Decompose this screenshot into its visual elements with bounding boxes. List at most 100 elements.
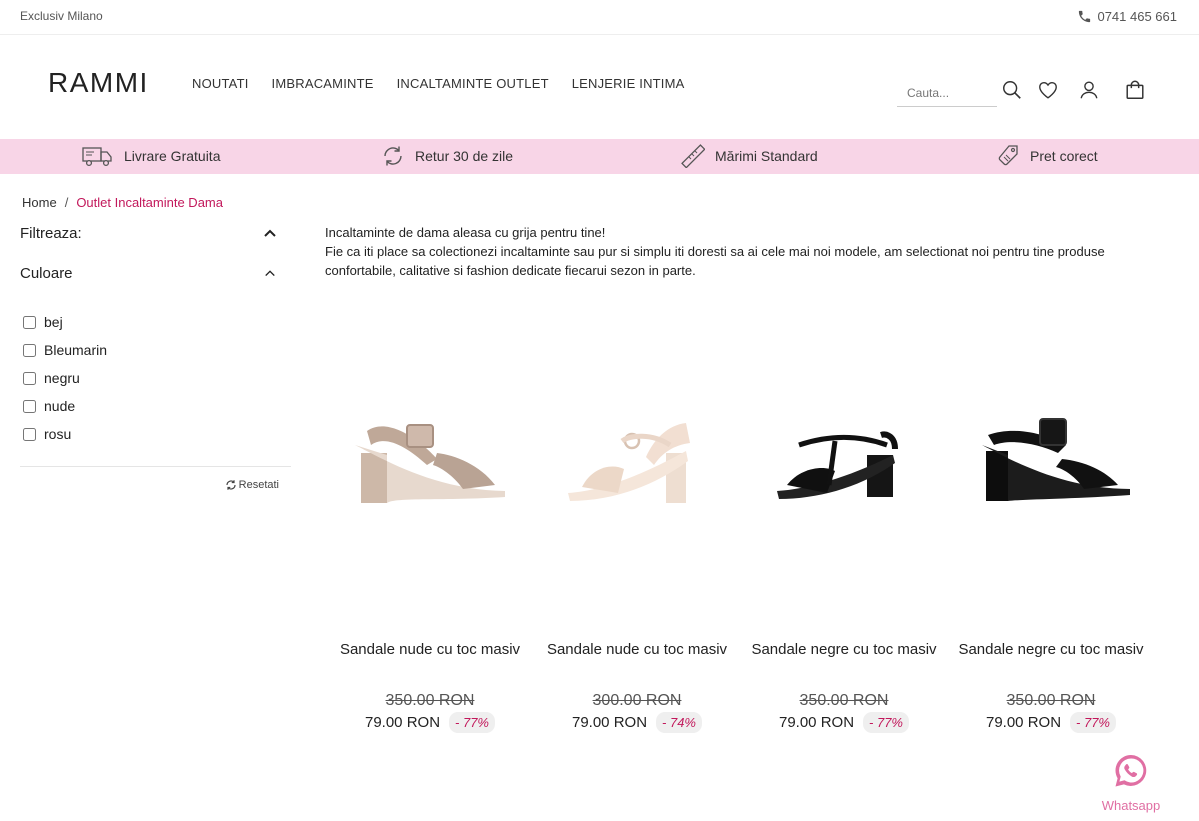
color-checkbox[interactable] (23, 371, 36, 385)
color-filter-list: bej Bleumarin negru nude rosu (20, 308, 291, 448)
product-price-line: 79.00 RON - 77% (325, 712, 535, 733)
discount-badge: - 77% (863, 712, 909, 733)
main-nav: NOUTATI IMBRACAMINTE INCALTAMINTE OUTLET… (192, 76, 685, 91)
benefit-label: Pret corect (1030, 148, 1098, 164)
color-option-label: bej (44, 314, 63, 330)
price-tag-icon (998, 145, 1018, 166)
benefit-label: Mărimi Standard (715, 148, 818, 164)
product-price-line: 79.00 RON - 77% (946, 712, 1156, 733)
ruler-icon (681, 144, 705, 168)
product-name[interactable]: Sandale negre cu toc masiv (739, 640, 949, 659)
search-box (897, 80, 997, 107)
product-grid: Sandale nude cu toc masiv 350.00 RON 79.… (325, 300, 1165, 750)
color-checkbox[interactable] (23, 427, 36, 441)
discount-badge: - 74% (656, 712, 702, 733)
reset-filters-button[interactable]: Resetati (225, 479, 279, 491)
nav-noutati[interactable]: NOUTATI (192, 76, 249, 91)
color-checkbox[interactable] (23, 315, 36, 329)
filter-sidebar: Filtreaza: Culoare bej Bleumarin negru n… (20, 222, 291, 491)
chevron-up-icon[interactable] (264, 267, 276, 279)
store-name: Exclusiv Milano (20, 9, 103, 23)
breadcrumb: Home / Outlet Incaltaminte Dama (22, 195, 223, 210)
product-price: 79.00 RON (778, 714, 855, 731)
search-icon[interactable] (1000, 78, 1024, 102)
color-filter-title: Culoare (20, 264, 73, 282)
discount-badge: - 77% (449, 712, 495, 733)
filter-header[interactable]: Filtreaza: (20, 222, 291, 244)
filter-divider (20, 466, 291, 467)
top-bar: Exclusiv Milano 0741 465 661 (0, 0, 1199, 35)
product-price: 79.00 RON (985, 714, 1062, 731)
heart-icon[interactable] (1036, 78, 1060, 102)
sandal-image (982, 418, 1130, 501)
intro-line-2: Fie ca iti place sa colectionezi incalta… (325, 244, 1105, 278)
color-option-bej[interactable]: bej (20, 308, 291, 336)
product-price-line: 79.00 RON - 77% (739, 712, 949, 733)
product-card[interactable]: Sandale nude cu toc masiv 300.00 RON 79.… (532, 300, 742, 750)
product-image[interactable] (532, 340, 742, 580)
chevron-up-icon[interactable] (263, 226, 277, 240)
product-image[interactable] (946, 340, 1156, 580)
product-image[interactable] (325, 340, 535, 580)
product-image[interactable] (739, 340, 949, 580)
benefits-bar: Livrare Gratuita Retur 30 de zile Mărimi… (0, 139, 1199, 174)
whatsapp-label: Whatsapp (1101, 798, 1161, 813)
category-description: Incaltaminte de dama aleasa cu grija pen… (325, 223, 1125, 280)
color-option-negru[interactable]: negru (20, 364, 291, 392)
benefit-free-delivery: Livrare Gratuita (82, 144, 220, 168)
product-price: 79.00 RON (571, 714, 648, 731)
benefit-label: Retur 30 de zile (415, 148, 514, 164)
account-icon[interactable] (1077, 78, 1101, 102)
nav-lenjerie-intima[interactable]: LENJERIE INTIMA (572, 76, 685, 91)
benefit-returns: Retur 30 de zile (381, 144, 513, 168)
color-option-label: rosu (44, 426, 72, 442)
product-old-price: 350.00 RON (385, 692, 475, 709)
product-old-price: 300.00 RON (592, 692, 682, 709)
phone-icon (1079, 10, 1091, 23)
whatsapp-icon (1115, 755, 1147, 787)
nav-imbracaminte[interactable]: IMBRACAMINTE (272, 76, 374, 91)
color-option-rosu[interactable]: rosu (20, 420, 291, 448)
sandal-image (355, 424, 505, 503)
reset-label: Resetati (238, 479, 279, 491)
color-option-nude[interactable]: nude (20, 392, 291, 420)
color-option-label: negru (44, 370, 80, 386)
whatsapp-button[interactable]: Whatsapp (1100, 752, 1162, 813)
main-header: RAMMI NOUTATI IMBRACAMINTE INCALTAMINTE … (0, 36, 1199, 139)
phone-contact[interactable]: 0741 465 661 (1077, 9, 1177, 24)
refresh-icon (384, 146, 402, 166)
product-old-price: 350.00 RON (799, 692, 889, 709)
sandal-image (568, 423, 690, 503)
benefit-label: Livrare Gratuita (124, 148, 221, 164)
color-checkbox[interactable] (23, 399, 36, 413)
product-name[interactable]: Sandale negre cu toc masiv (946, 640, 1156, 659)
logo[interactable]: RAMMI (48, 67, 149, 99)
breadcrumb-separator: / (64, 195, 69, 210)
breadcrumb-home[interactable]: Home (22, 195, 57, 210)
truck-icon (82, 147, 112, 167)
nav-incaltaminte-outlet[interactable]: INCALTAMINTE OUTLET (397, 76, 549, 91)
product-old-price: 350.00 RON (1006, 692, 1096, 709)
color-checkbox[interactable] (23, 343, 36, 357)
intro-line-1: Incaltaminte de dama aleasa cu grija pen… (325, 225, 606, 240)
benefit-standard-sizes: Mărimi Standard (681, 144, 818, 168)
discount-badge: - 77% (1070, 712, 1116, 733)
benefit-fair-price: Pret corect (996, 144, 1098, 168)
breadcrumb-current: Outlet Incaltaminte Dama (76, 195, 223, 210)
product-price: 79.00 RON (364, 714, 441, 731)
phone-number: 0741 465 661 (1097, 9, 1177, 24)
search-input[interactable] (897, 80, 997, 106)
cart-icon[interactable] (1123, 78, 1147, 102)
refresh-icon (226, 480, 236, 490)
product-name[interactable]: Sandale nude cu toc masiv (325, 640, 535, 659)
color-option-label: nude (44, 398, 76, 414)
filter-title: Filtreaza: (20, 224, 82, 242)
product-card[interactable]: Sandale negre cu toc masiv 350.00 RON 79… (739, 300, 949, 750)
product-name[interactable]: Sandale nude cu toc masiv (532, 640, 742, 659)
sandal-image (777, 431, 898, 499)
product-card[interactable]: Sandale nude cu toc masiv 350.00 RON 79.… (325, 300, 535, 750)
color-option-bleumarin[interactable]: Bleumarin (20, 336, 291, 364)
color-filter-header[interactable]: Culoare (20, 262, 291, 284)
product-card[interactable]: Sandale negre cu toc masiv 350.00 RON 79… (946, 300, 1156, 750)
color-option-label: Bleumarin (44, 342, 108, 358)
